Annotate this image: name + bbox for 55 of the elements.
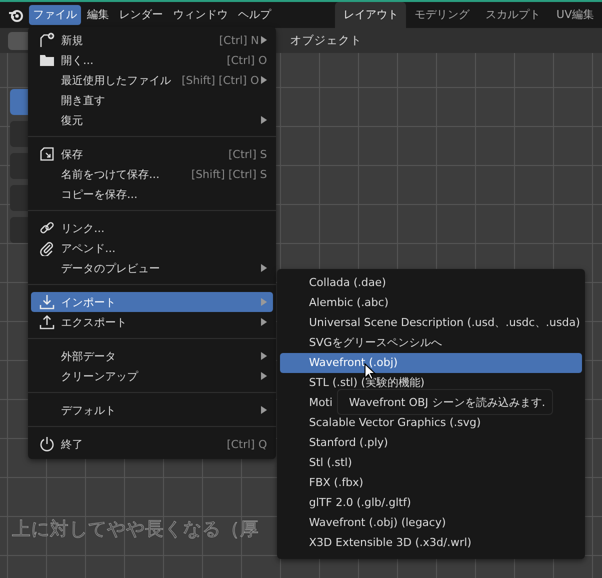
menu-entry[interactable]: クリーンアップ (31, 366, 273, 386)
menu-item[interactable]: 編集 (83, 5, 113, 25)
workspace-tab[interactable]: レイアウト (335, 2, 406, 28)
menu-entry[interactable]: データのプレビュー (31, 258, 273, 278)
tooltip: Wavefront OBJ シーンを読み込みます. (337, 389, 553, 415)
new-file-icon (39, 32, 55, 48)
workspace-tab[interactable]: スカルプト (477, 2, 548, 28)
menu-entry[interactable]: 終了 [Ctrl] Q (31, 434, 273, 454)
menu-entry[interactable]: Stl (.stl) (280, 453, 582, 473)
shortcut-label: [Ctrl] O (226, 54, 267, 66)
menu-item[interactable]: ヘルプ (234, 5, 275, 25)
menu-entry[interactable]: コピーを保存... (31, 184, 273, 204)
menu-entry[interactable]: Universal Scene Description (.usd、.usdc、.usda) (280, 313, 582, 333)
menu-entry[interactable]: Scalable Vector Graphics (.svg) (280, 413, 582, 433)
menu-entry[interactable]: FBX (.fbx) (280, 473, 582, 493)
menu-entry[interactable]: 外部データ (31, 346, 273, 366)
menu-entry[interactable]: X3D Extensible 3D (.x3d/.wrl) (280, 533, 582, 553)
menu-entry[interactable]: インポート (31, 292, 273, 312)
menu-entry[interactable]: デフォルト (31, 400, 273, 420)
menu-entry[interactable]: リンク... (31, 218, 273, 238)
menu-entry[interactable]: 新規 [Ctrl] N (31, 30, 273, 50)
menu-entry[interactable]: 復元 (31, 110, 273, 130)
power-icon (39, 436, 55, 452)
workspace-tab[interactable]: UV編集 (548, 2, 602, 28)
shortcut-label: [Ctrl] N (219, 34, 259, 46)
shortcut-label: [Shift] [Ctrl] O (182, 74, 259, 86)
menu-entry[interactable]: Stanford (.ply) (280, 433, 582, 453)
export-icon (39, 314, 55, 330)
workspace-tab[interactable]: モデリング (406, 2, 478, 28)
save-icon (39, 146, 55, 162)
shortcut-label: [Shift] [Ctrl] S (191, 168, 267, 180)
menu-entry[interactable]: 保存 [Ctrl] S (31, 144, 273, 164)
menu-entry[interactable]: 最近使用したファイル [Shift] [Ctrl] O (31, 70, 273, 90)
menu-entry[interactable]: アペンド... (31, 238, 273, 258)
menu-entry[interactable]: 開く... [Ctrl] O (31, 50, 273, 70)
menu-entry[interactable]: Alembic (.abc) (280, 293, 582, 313)
header-menu[interactable]: オブジェクト (290, 33, 362, 48)
paperclip-icon (39, 240, 55, 256)
viewport-text: 上に対してやや長くなる（厚 (12, 518, 259, 541)
menu-entry[interactable]: 開き直す (31, 90, 273, 110)
menu-entry[interactable]: Wavefront (.obj) (legacy) (280, 513, 582, 533)
menu-entry[interactable]: SVGをグリースペンシルへ (280, 333, 582, 353)
menu-entry[interactable]: Wavefront (.obj) (280, 353, 582, 373)
menu-entry[interactable]: Collada (.dae) (280, 273, 582, 293)
import-icon (39, 294, 55, 310)
menu-entry[interactable]: 名前をつけて保存... [Shift] [Ctrl] S (31, 164, 273, 184)
logo-icon[interactable] (8, 8, 24, 22)
menu-entry[interactable]: glTF 2.0 (.glb/.gltf) (280, 493, 582, 513)
shortcut-label: [Ctrl] S (228, 148, 267, 160)
menu-item[interactable]: ウィンドウ (169, 5, 232, 25)
menu-entry[interactable]: エクスポート (31, 312, 273, 332)
shortcut-label: [Ctrl] Q (226, 438, 267, 450)
menu-item[interactable]: レンダー (115, 5, 167, 25)
menu-item[interactable]: ファイル (29, 5, 81, 25)
link-icon (39, 220, 55, 236)
